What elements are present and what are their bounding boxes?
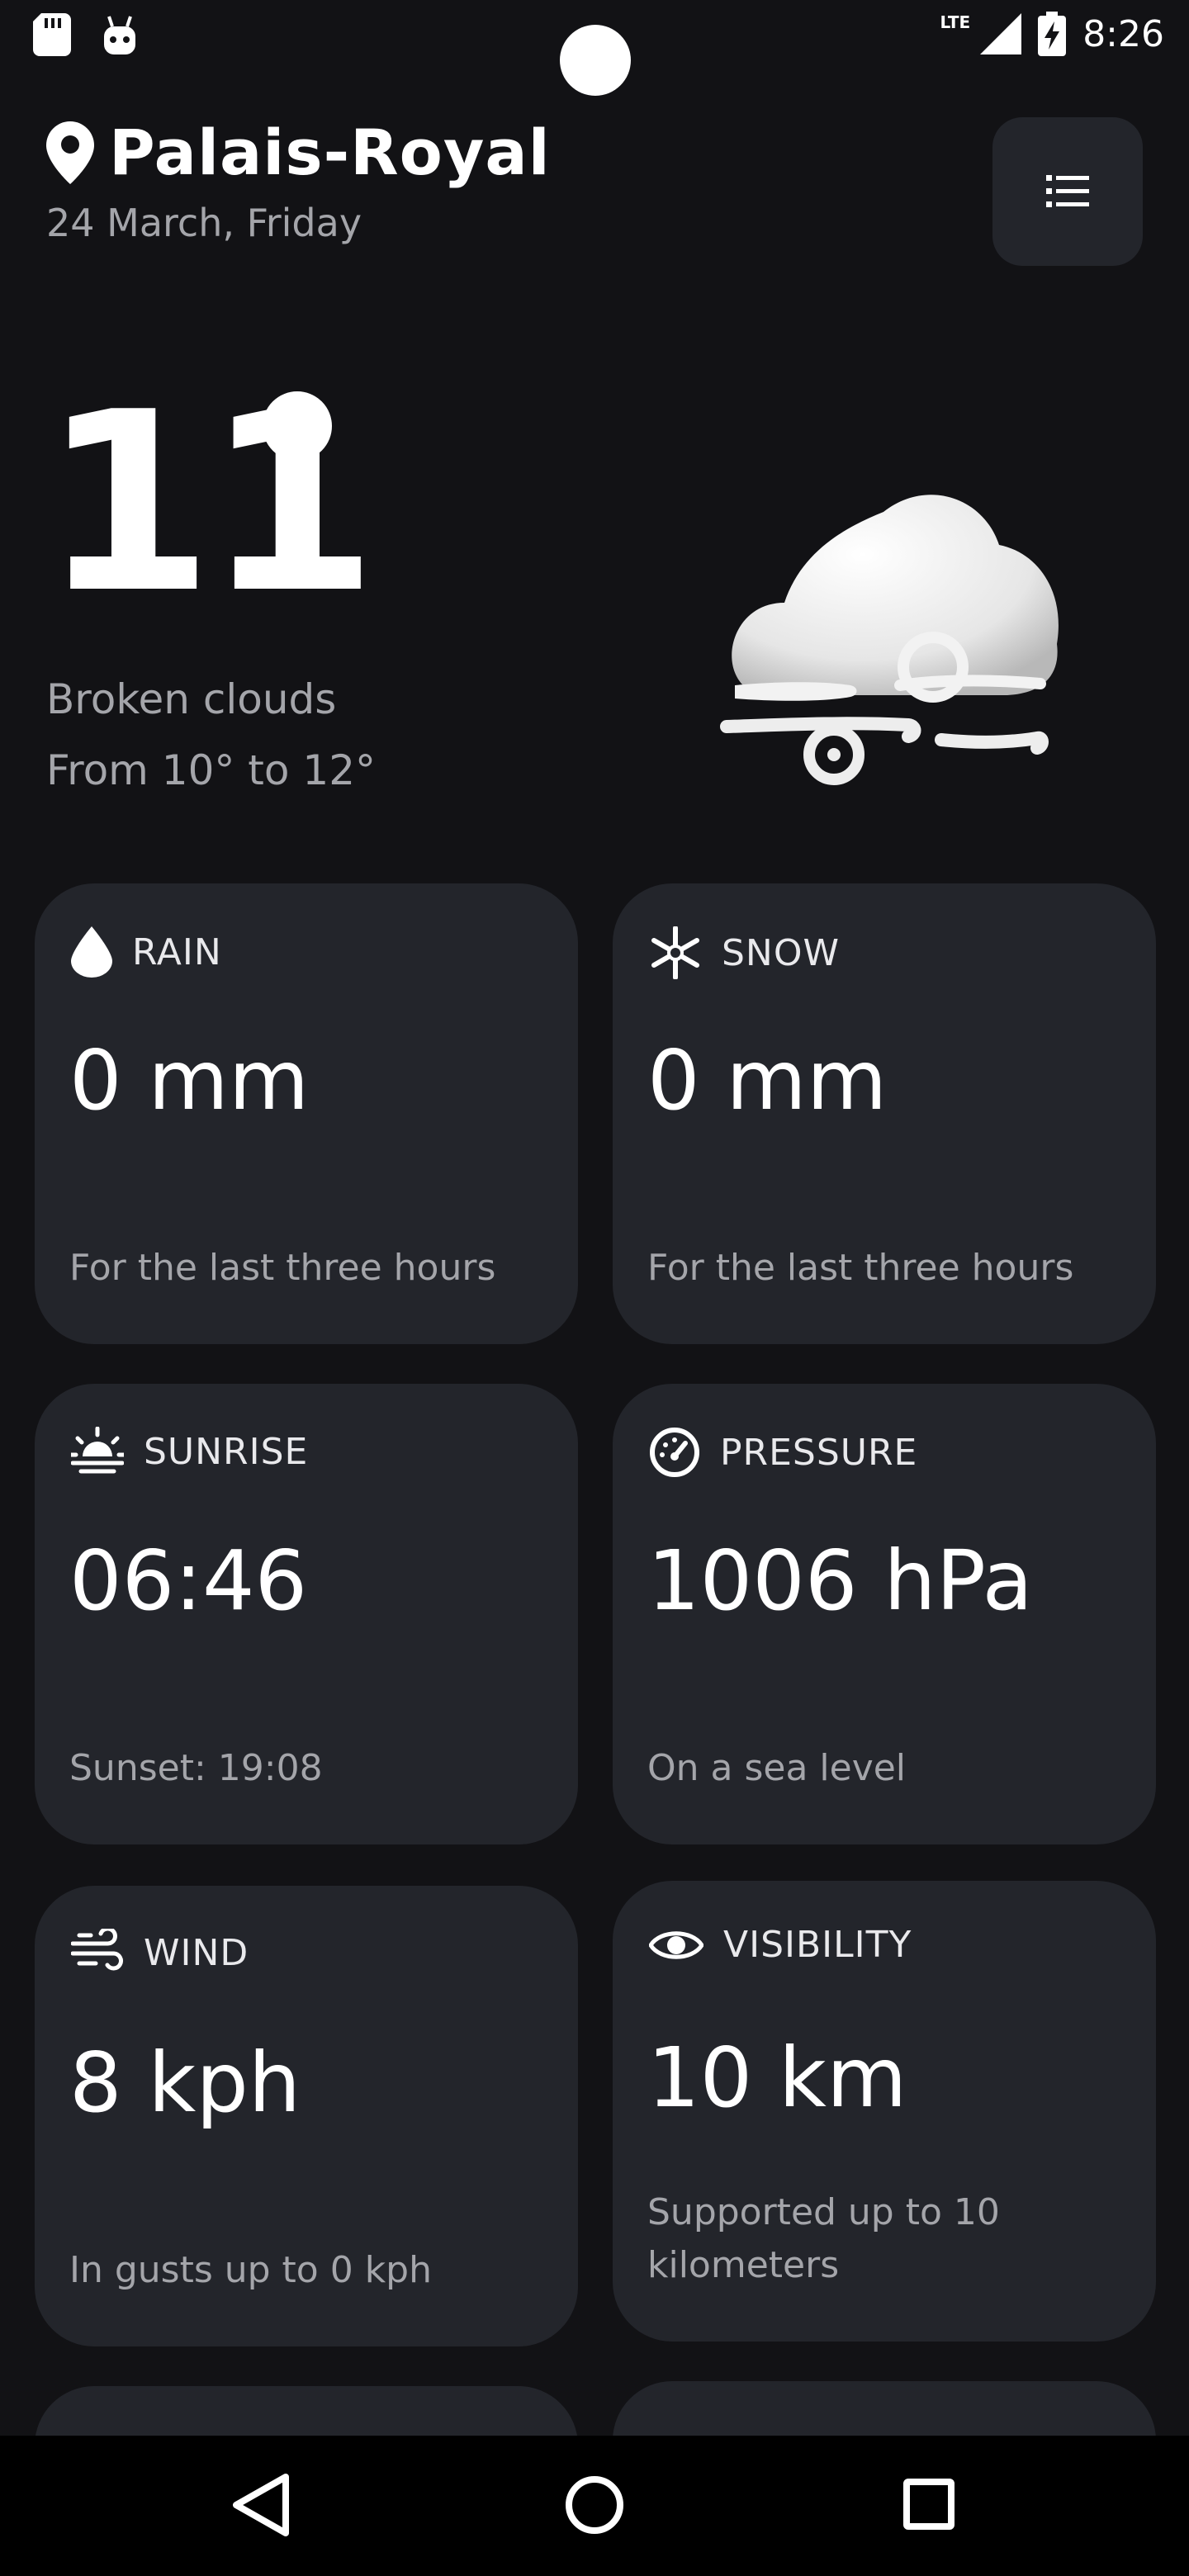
gauge-icon (650, 1428, 699, 1477)
location-pin-icon (46, 121, 94, 184)
sunrise-icon (71, 1427, 124, 1474)
network-type: LTE (940, 12, 971, 32)
nav-icons (233, 2474, 955, 2536)
card-label: RAIN (132, 930, 222, 973)
card-label: VISIBILITY (723, 1924, 912, 1966)
signal-icon (980, 13, 1022, 54)
navigation-bar (0, 2436, 1189, 2576)
location-title[interactable]: Palais-Royal (109, 116, 551, 189)
android-icon (104, 16, 135, 54)
card-note: Supported up to 10 kilometers (647, 2191, 1000, 2286)
degree-symbol (263, 391, 332, 461)
wind-icon (71, 1929, 123, 1971)
rain-card[interactable]: RAIN 0 mm For the last three hours (35, 883, 578, 1344)
list-icon (1046, 175, 1089, 207)
wind-card[interactable]: WIND 8 kph In gusts up to 0 kph (35, 1886, 578, 2346)
visibility-card[interactable]: VISIBILITY 10 km Supported up to 10 kilo… (613, 1881, 1156, 2342)
clock: 8:26 (1082, 12, 1164, 55)
home-icon[interactable] (566, 2476, 623, 2534)
snow-card[interactable]: SNOW 0 mm For the last three hours (613, 883, 1156, 1344)
menu-button[interactable] (992, 117, 1143, 266)
card-value: 1006 hPa (647, 1532, 1033, 1629)
pressure-card[interactable]: PRESSURE 1006 hPa On a sea level (613, 1384, 1156, 1844)
card-note: Sunset: 19:08 (69, 1747, 323, 1789)
card-value: 10 km (647, 2029, 907, 2126)
battery-charging-icon (1038, 12, 1067, 56)
temperature-range: From 10° to 12° (46, 746, 376, 794)
card-label: SNOW (722, 931, 840, 974)
status-bar: LTE 8:26 (0, 0, 1189, 96)
card-value: 06:46 (69, 1532, 308, 1629)
sunrise-card[interactable]: SUNRISE 06:46 Sunset: 19:08 (35, 1384, 578, 1844)
card-label: PRESSURE (720, 1431, 918, 1474)
camera-cutout (560, 25, 631, 96)
header: Palais-Royal 24 March, Friday (46, 116, 551, 245)
card-note: On a sea level (647, 1747, 907, 1789)
card-note: In gusts up to 0 kph (69, 2249, 432, 2291)
card-label: SUNRISE (144, 1430, 309, 1473)
recents-icon[interactable] (903, 2479, 955, 2530)
card-note: For the last three hours (69, 1247, 496, 1289)
card-value: 0 mm (647, 1032, 888, 1129)
eye-icon (649, 1930, 703, 1959)
card-label: WIND (144, 1931, 249, 1974)
raindrop-icon (71, 926, 112, 978)
date-label: 24 March, Friday (46, 201, 362, 245)
card-value: 8 kph (69, 2034, 301, 2131)
sd-card-icon (33, 13, 71, 56)
broken-clouds-icon (720, 495, 1059, 785)
snowflake-icon (651, 926, 699, 979)
back-icon[interactable] (233, 2474, 289, 2536)
condition: Broken clouds (46, 675, 337, 723)
card-note: For the last three hours (647, 1247, 1074, 1289)
card-value: 0 mm (69, 1032, 310, 1129)
